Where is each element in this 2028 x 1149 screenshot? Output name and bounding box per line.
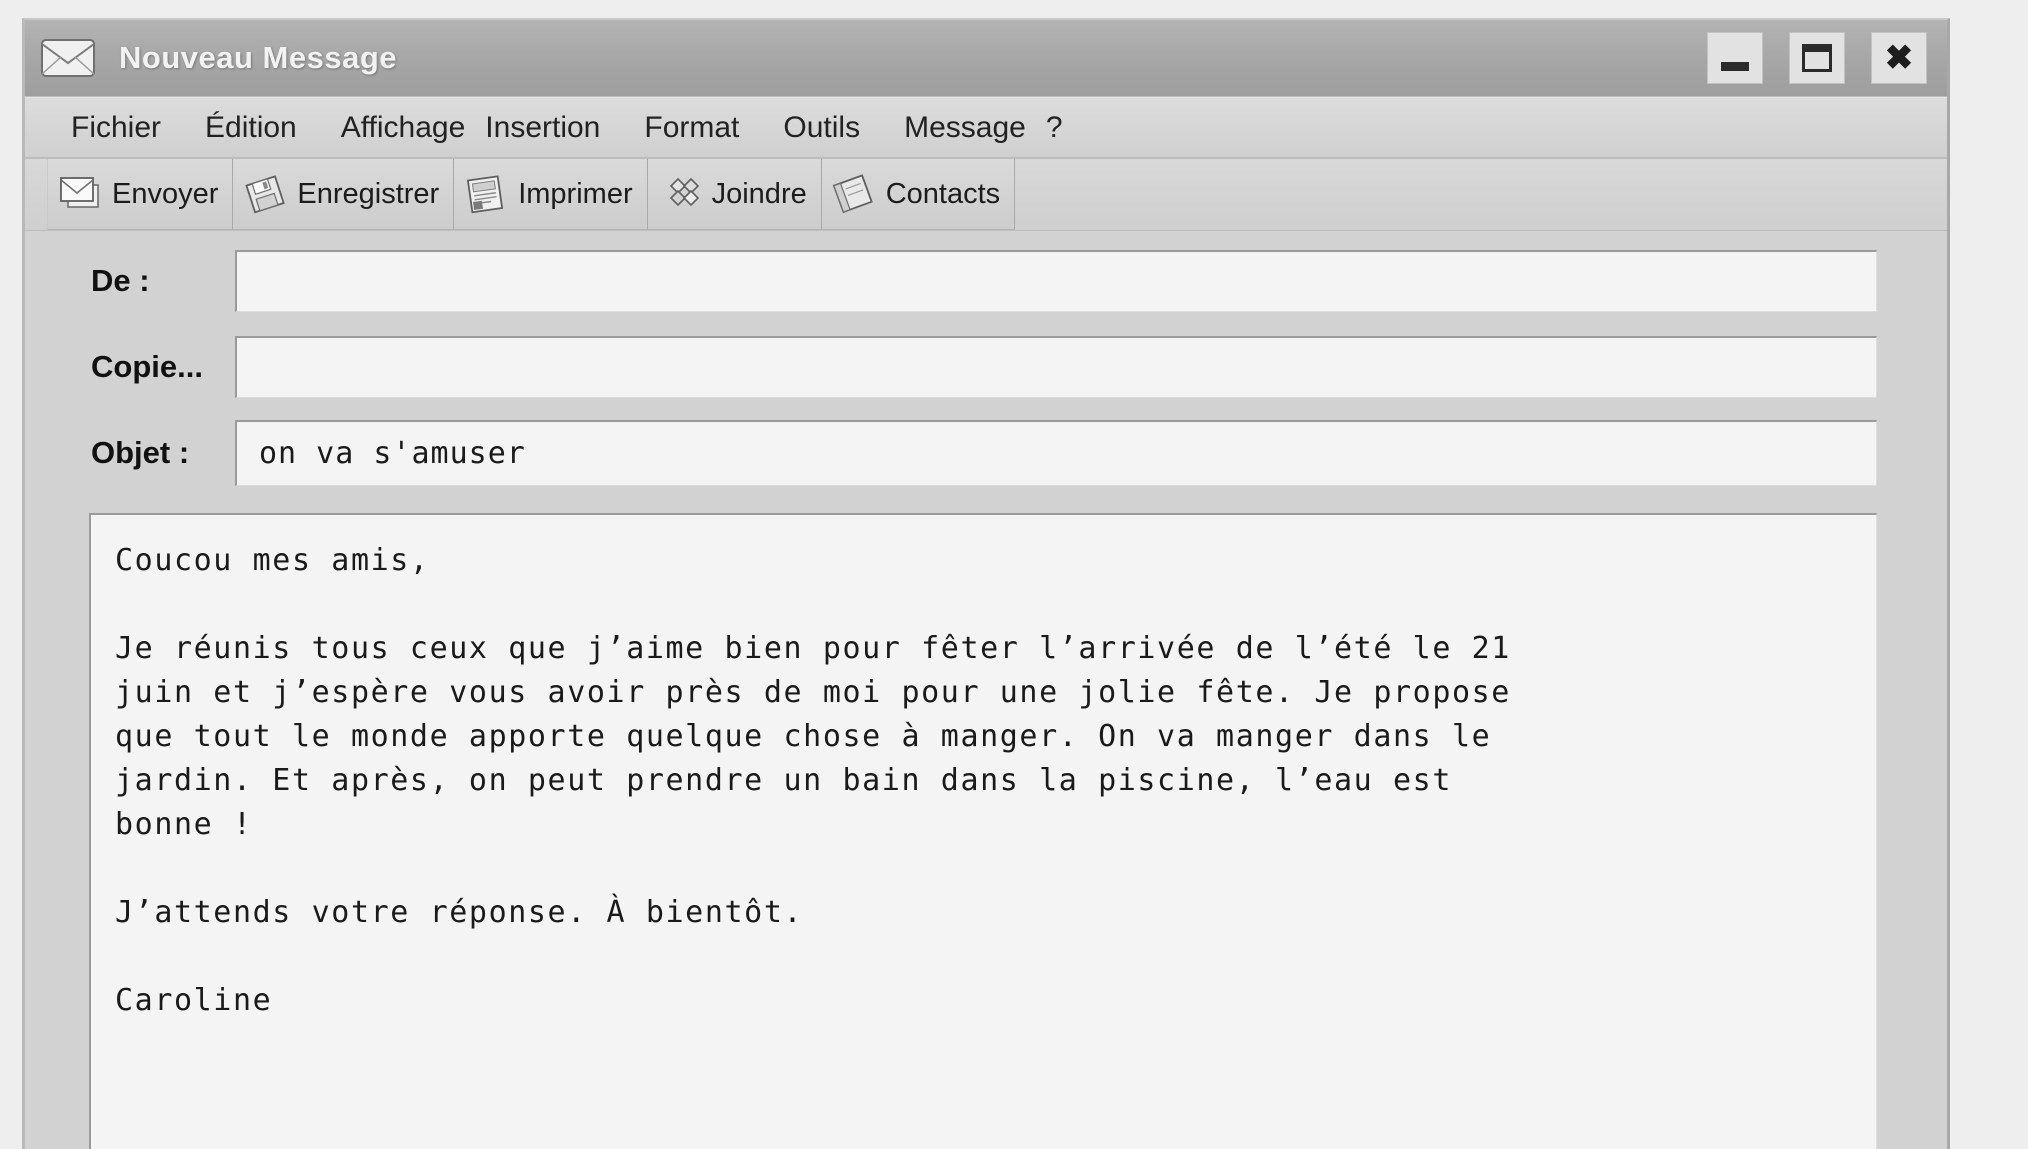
from-input[interactable] — [235, 250, 1877, 312]
menu-item-edition[interactable]: Édition — [205, 111, 297, 145]
subject-input[interactable]: on va s'amuser — [235, 420, 1877, 486]
contacts-button[interactable]: Contacts — [821, 159, 1016, 230]
envelope-icon — [58, 173, 104, 215]
window-title: Nouveau Message — [119, 40, 397, 75]
from-label: De : — [91, 263, 150, 298]
maximize-icon — [1802, 44, 1832, 72]
save-button-label: Enregistrer — [297, 177, 440, 210]
print-button-label: Imprimer — [518, 177, 633, 210]
printer-icon — [464, 173, 510, 215]
menubar: Fichier Édition Affichage Insertion Form… — [25, 97, 1947, 159]
window-titlebar: Nouveau Message ✖ — [25, 20, 1947, 97]
window-controls: ✖ — [1707, 32, 1927, 84]
message-body-editor[interactable]: Coucou mes amis, Je réunis tous ceux que… — [89, 513, 1877, 1149]
menu-item-message[interactable]: Message — [904, 111, 1026, 145]
cc-row: Copie... — [25, 331, 1947, 403]
menu-item-insertion[interactable]: Insertion — [485, 111, 600, 145]
cc-label: Copie... — [91, 349, 203, 384]
maximize-button[interactable] — [1789, 32, 1845, 84]
close-button[interactable]: ✖ — [1871, 32, 1927, 84]
attach-button-label: Joindre — [711, 177, 807, 210]
from-row: De : — [25, 245, 1947, 317]
menu-item-outils[interactable]: Outils — [783, 111, 860, 145]
attach-clover-icon — [658, 173, 704, 215]
menu-item-fichier[interactable]: Fichier — [71, 111, 161, 145]
address-book-icon — [832, 173, 878, 215]
attach-button[interactable]: Joindre — [647, 159, 822, 230]
contacts-button-label: Contacts — [885, 177, 1001, 210]
close-icon: ✖ — [1884, 39, 1914, 77]
subject-row: Objet : on va s'amuser — [25, 417, 1947, 489]
save-button[interactable]: Enregistrer — [233, 159, 455, 230]
send-button[interactable]: Envoyer — [47, 159, 234, 230]
subject-label: Objet : — [91, 435, 190, 470]
menu-item-aide[interactable]: ? — [1046, 111, 1063, 145]
minimize-icon — [1721, 61, 1749, 71]
minimize-button[interactable] — [1707, 32, 1763, 84]
menu-item-format[interactable]: Format — [644, 111, 739, 145]
print-button[interactable]: Imprimer — [454, 159, 648, 230]
menu-item-affichage[interactable]: Affichage — [341, 111, 466, 145]
toolbar: Envoyer Enregistrer Imprimer Joindre Con… — [25, 159, 1947, 231]
cc-input[interactable] — [235, 336, 1877, 398]
new-message-window: Nouveau Message ✖ Fichier Édition Affich… — [22, 18, 1950, 1149]
message-header-form: De : Copie... Objet : on va s'amuser — [25, 231, 1947, 503]
message-body-text: Coucou mes amis, Je réunis tous ceux que… — [115, 543, 1511, 1018]
envelope-icon — [39, 35, 101, 81]
floppy-disk-icon — [243, 173, 289, 215]
send-button-label: Envoyer — [112, 177, 219, 210]
